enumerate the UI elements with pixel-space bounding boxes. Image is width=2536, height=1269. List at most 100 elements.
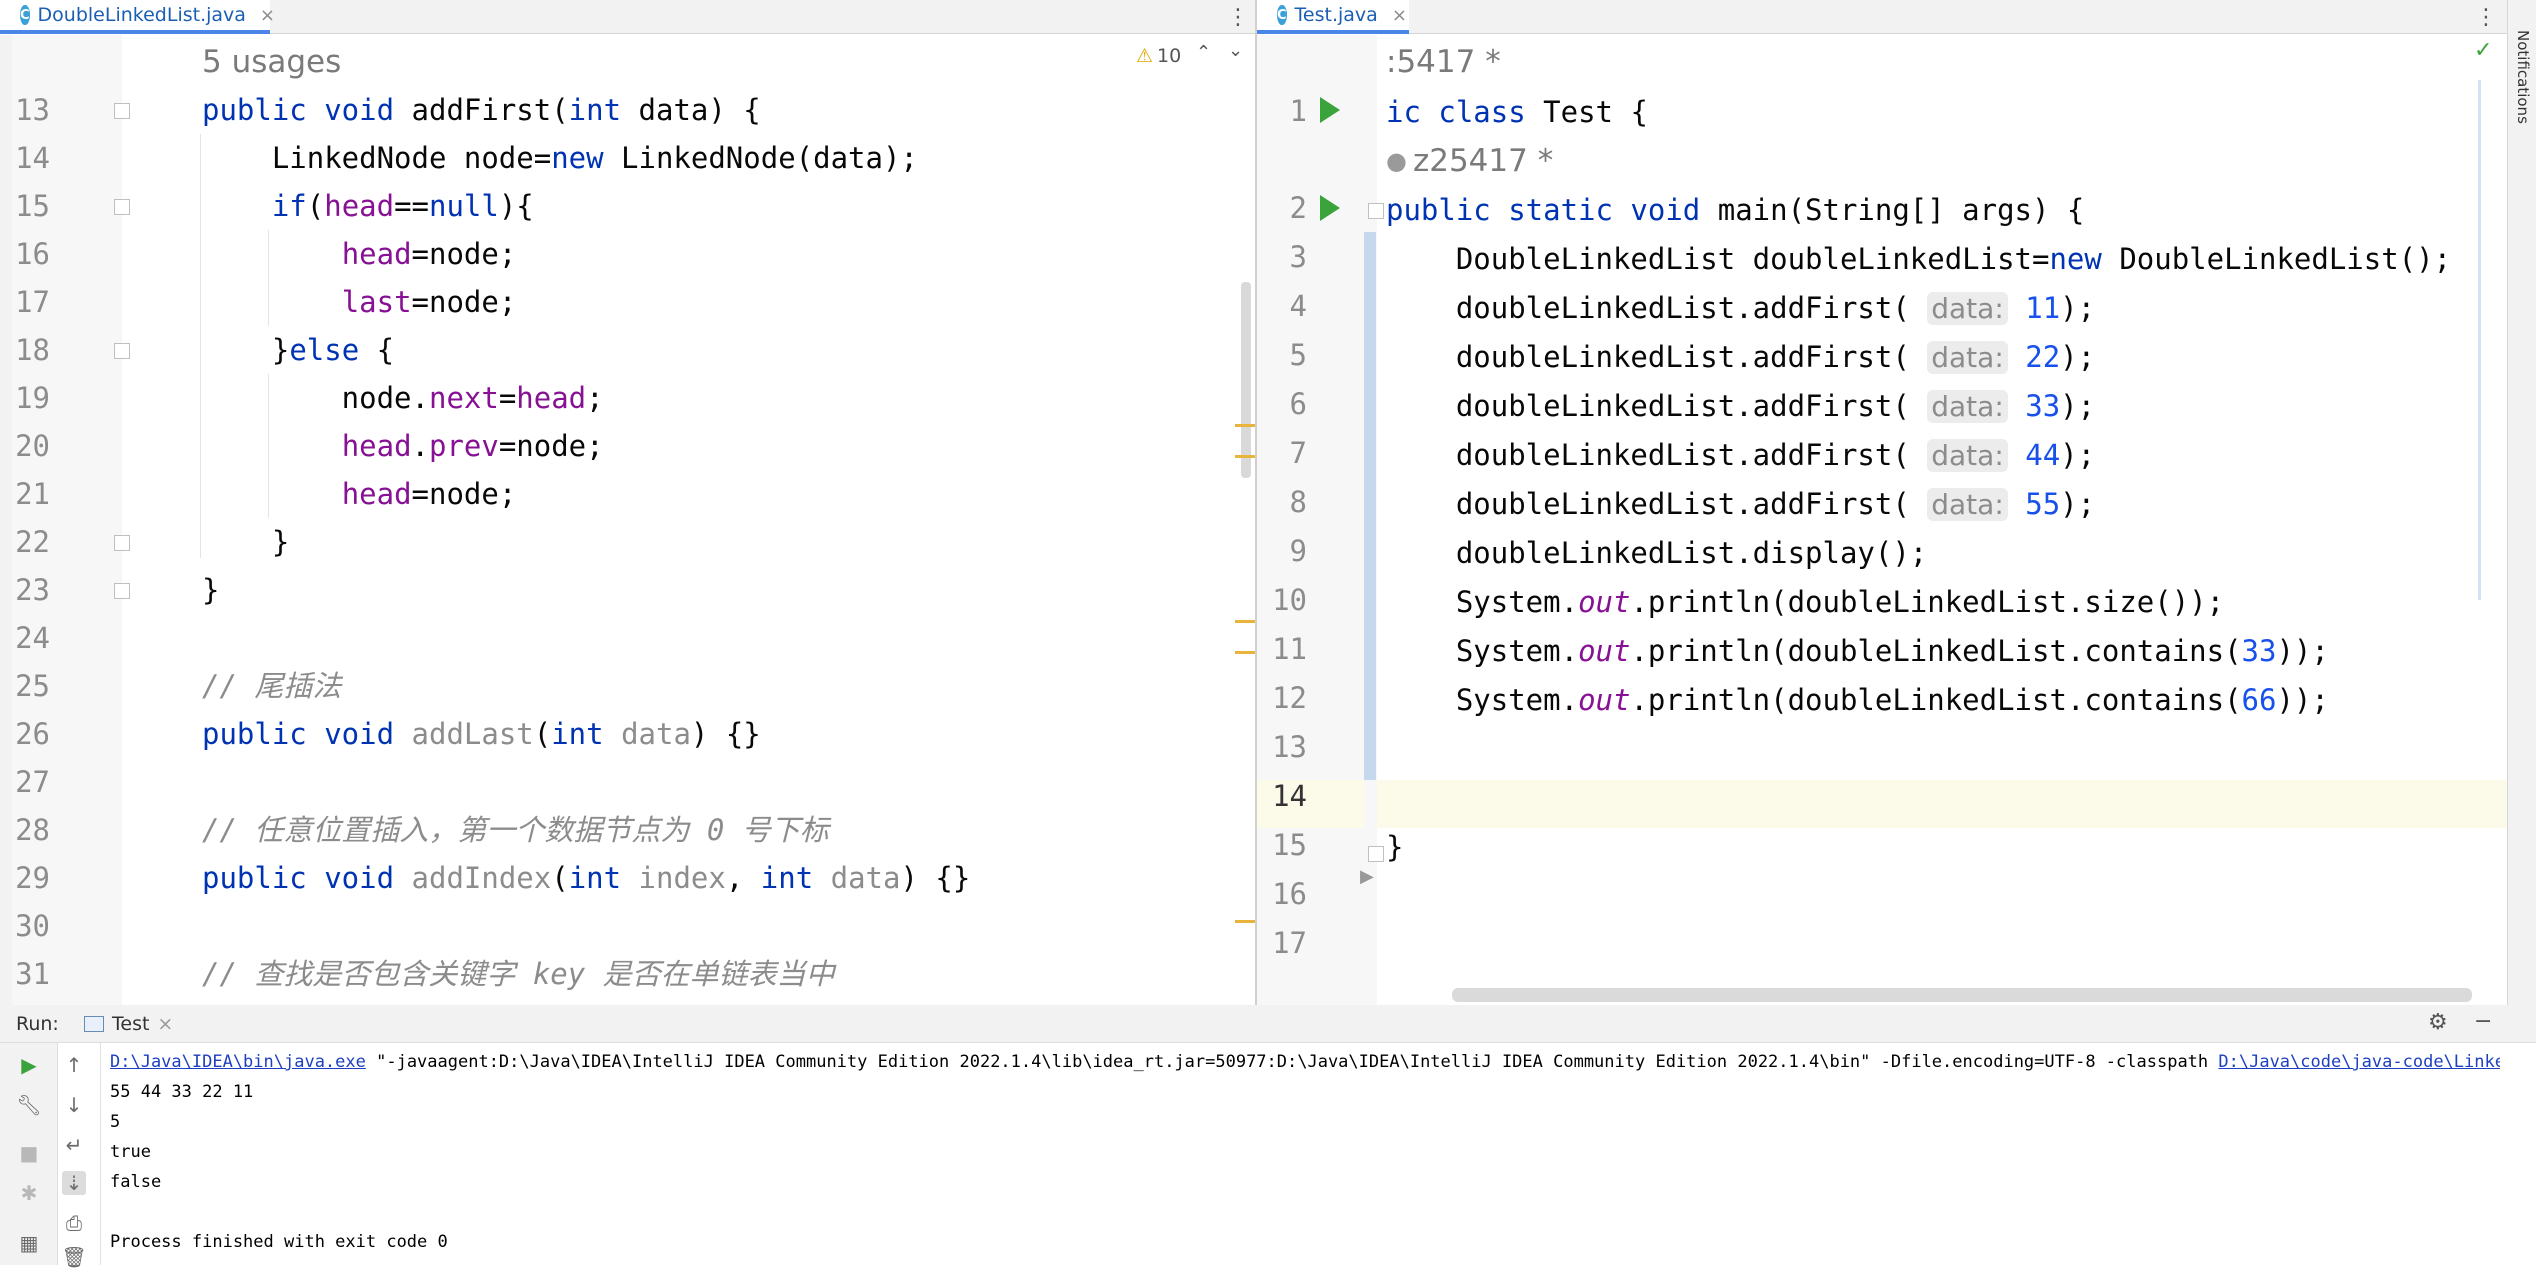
trash-icon[interactable]: 🗑︎ [61,1245,86,1269]
vertical-scrollbar[interactable] [2478,80,2481,600]
vertical-scrollbar[interactable] [1241,282,1251,478]
line-number: 12 [1272,681,1307,715]
more-options-icon[interactable]: ⋮ [2474,0,2498,34]
right-code-area[interactable]: ic class Test { public static void main(… [1386,88,2516,872]
right-tab-bar [1257,0,2507,34]
warning-marker[interactable] [1235,455,1255,458]
line-number: 31 [15,957,50,991]
line-number: 13 [15,93,50,127]
line-number: 9 [1289,534,1307,568]
wrench-icon[interactable]: 🔧︎ [16,1093,41,1117]
fold-marker[interactable] [114,535,130,551]
layout-icon[interactable]: ▦ [17,1231,41,1255]
console-icon [84,1016,104,1032]
close-icon[interactable]: × [1392,5,1407,26]
change-marker [1364,232,1376,780]
run-tab-test[interactable]: Test × [84,1009,173,1039]
close-icon[interactable]: × [157,1013,173,1035]
fold-marker[interactable] [1368,846,1384,862]
code-line: doubleLinkedList.addFirst( data: 33); [1386,389,2096,423]
rerun-icon[interactable]: ▶ [17,1053,41,1077]
warning-marker[interactable] [1235,920,1255,923]
bug-icon[interactable]: ✱ [17,1181,41,1205]
indent-guide [200,134,201,558]
warning-marker[interactable] [1235,651,1255,654]
console-line: true [110,1142,151,1162]
gear-icon[interactable]: ⚙ [2428,1010,2448,1035]
run-class-icon[interactable] [1320,97,1340,123]
stop-icon[interactable]: ■ [17,1141,41,1165]
right-line-numbers: 1 2 3 4 5 6 7 8 9 10 11 12 13 14 15 16 1… [1257,86,1317,968]
tab-test[interactable]: C Test.java × [1257,0,1409,34]
code-line: doubleLinkedList.display(); [1386,536,1928,570]
code-line: public void addFirst(int data) { [202,93,761,127]
warnings-count: 10 [1157,45,1182,67]
left-code-area[interactable]: public void addFirst(int data) { LinkedN… [202,86,1222,998]
line-number: 5 [1289,338,1307,372]
line-number: 8 [1289,485,1307,519]
code-comment: // 查找是否包含关键字 key 是否在单链表当中 [202,957,835,991]
java-exe-link[interactable]: D:\Java\IDEA\bin\java.exe [110,1052,366,1072]
more-options-icon[interactable]: ⋮ [1226,0,1250,34]
line-number: 26 [15,717,50,751]
tab-doublelinkedlist[interactable]: C DoubleLinkedList.java × [0,0,275,34]
run-main-icon[interactable] [1320,195,1340,221]
console-output[interactable]: D:\Java\IDEA\bin\java.exe "-javaagent:D:… [110,1047,2500,1257]
line-number: 20 [15,429,50,463]
code-line: } [202,525,290,559]
code-comment: // 任意位置插入，第一个数据节点为 0 号下标 [202,813,829,847]
fold-marker[interactable] [114,583,130,599]
warning-marker[interactable] [1235,620,1255,623]
arrow-down-icon[interactable]: ↓ [62,1093,86,1117]
minimize-icon[interactable]: − [2474,1009,2492,1034]
line-number: 23 [15,573,50,607]
author-hint[interactable]: :5417 * [1386,38,1501,86]
tab-label: DoubleLinkedList.java [37,4,246,26]
fold-marker[interactable] [1368,203,1384,219]
line-number: 4 [1289,289,1307,323]
console-line: false [110,1172,162,1192]
print-icon[interactable]: ⎙ [62,1211,86,1235]
line-number: 17 [15,285,50,319]
close-icon[interactable]: × [260,5,275,26]
chevron-up-icon[interactable]: ⌃ [1196,42,1211,63]
code-line: System.out.println(doubleLinkedList.size… [1386,585,2225,619]
fold-arrow-icon[interactable]: ▶ [1360,866,1374,887]
usages-hint[interactable]: 5 usages [202,38,341,86]
classpath-link[interactable]: D:\Java\code\java-code\LinkedList [2218,1052,2500,1072]
code-line: LinkedNode node=new LinkedNode(data); [202,141,918,175]
code-line: public void addIndex(int index, int data… [202,861,971,895]
code-line: node.next=head; [202,381,604,415]
soft-wrap-icon[interactable]: ↵ [62,1133,86,1157]
fold-marker[interactable] [114,103,130,119]
horizontal-scrollbar[interactable] [1452,988,2472,1002]
warnings-indicator[interactable]: ⚠ 10 [1136,42,1181,70]
chevron-down-icon[interactable]: ⌄ [1228,40,1243,61]
line-number: 25 [15,669,50,703]
code-line: } [1386,830,1404,864]
code-line: ic class Test { [1386,95,1648,129]
no-problems-check-icon[interactable]: ✓ [2474,38,2492,63]
line-number: 10 [1272,583,1307,617]
code-line: } [202,573,220,607]
notifications-label: Notifications [2514,30,2532,124]
code-comment: // 尾插法 [202,669,342,703]
line-number: 13 [1272,730,1307,764]
code-line: doubleLinkedList.addFirst( data: 44); [1386,438,2096,472]
scroll-to-end-icon[interactable]: ⇣ [62,1171,86,1195]
fold-marker[interactable] [114,343,130,359]
code-line: DoubleLinkedList doubleLinkedList=new Do… [1386,242,2452,276]
line-number: 27 [15,765,50,799]
warning-marker[interactable] [1235,424,1255,427]
code-line: doubleLinkedList.addFirst( data: 22); [1386,340,2096,374]
line-number: 21 [15,477,50,511]
line-number: 30 [15,909,50,943]
code-line: if(head==null){ [271,189,534,223]
fold-marker[interactable] [114,199,130,215]
arrow-up-icon[interactable]: ↑ [62,1053,86,1077]
line-number: 14 [1272,779,1307,813]
notifications-button[interactable]: Notifications [2510,30,2534,180]
